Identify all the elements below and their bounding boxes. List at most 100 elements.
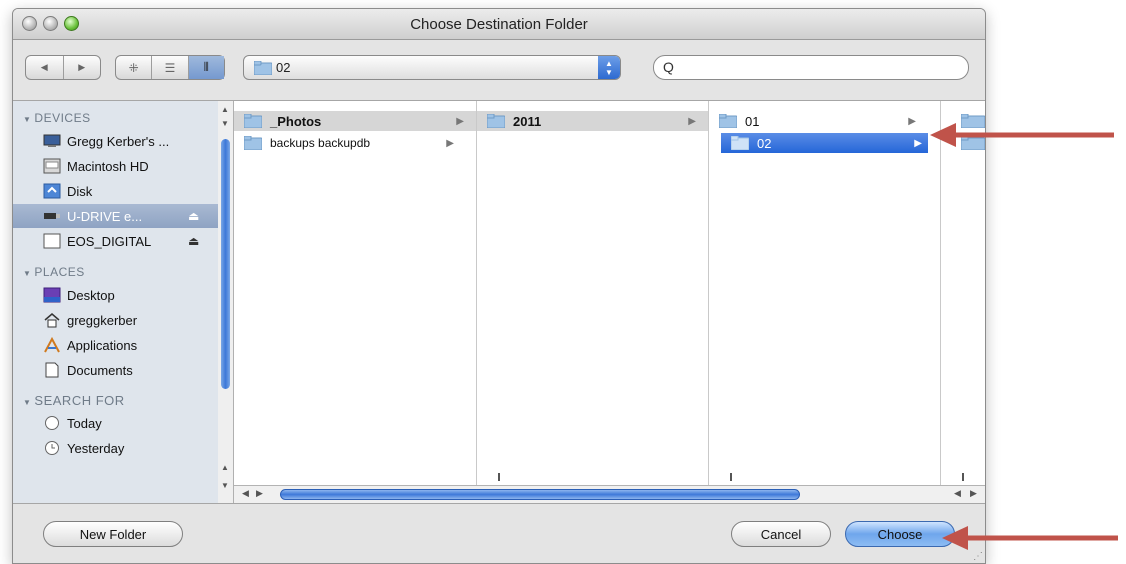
sidebar-section-places[interactable]: ▼ PLACES <box>23 265 85 279</box>
sidebar-section-devices[interactable]: ▼ DEVICES <box>23 111 91 125</box>
documents-icon <box>43 362 61 378</box>
sidebar-item-label: greggkerber <box>67 312 138 328</box>
back-arrow-icon: ◀ <box>40 62 48 72</box>
disclosure-arrow-icon: ▶ <box>688 115 696 127</box>
path-popup[interactable]: 02 ▲ ▼ <box>243 55 621 80</box>
button-bar: New Folder Cancel Choose ⋰ <box>13 503 985 563</box>
sidebar-item-applications[interactable]: Applications <box>13 333 218 357</box>
toolbar: ◀ ▶ ⁜ ☰ ⦀ 02 ▲ ▼ Q <box>13 40 985 101</box>
search-input[interactable] <box>680 59 964 76</box>
sidebar-item-today[interactable]: Today <box>13 411 218 435</box>
sidebar: ▼ DEVICES Gregg Kerber's ... Macintosh HD… <box>13 101 219 503</box>
disclosure-arrow-icon: ▶ <box>914 137 922 149</box>
annotation-arrow-choose <box>942 526 1118 550</box>
sidebar-item-label: Gregg Kerber's ... <box>67 133 170 149</box>
sidebar-scrollbar[interactable]: ▲ ▼ ▲ ▼ <box>218 101 234 503</box>
folder-name: 01 <box>745 113 760 129</box>
sidebar-item-label: Today <box>67 415 102 431</box>
column-view-icon: ⦀ <box>203 60 209 74</box>
clock-icon <box>43 415 61 431</box>
scroll-up-icon[interactable]: ▲ <box>221 105 229 114</box>
search-field[interactable]: Q <box>653 55 969 80</box>
folder-row-01[interactable]: 01 ▶ <box>709 111 940 131</box>
sidebar-item-documents[interactable]: Documents <box>13 358 218 382</box>
sidebar-section-search-for[interactable]: ▼ SEARCH FOR <box>23 393 125 408</box>
scroll-right-icon[interactable]: ▶ <box>256 488 263 499</box>
icon-view-icon: ⁜ <box>128 60 139 75</box>
popup-arrows-icon: ▲ ▼ <box>598 56 620 79</box>
back-forward-control: ◀ ▶ <box>25 55 101 80</box>
forward-button[interactable]: ▶ <box>64 56 101 79</box>
usb-drive-icon <box>43 208 61 224</box>
new-folder-button[interactable]: New Folder <box>43 521 183 547</box>
choose-button[interactable]: Choose <box>845 521 955 547</box>
sidebar-item-label: U-DRIVE e... <box>67 208 143 224</box>
cancel-button[interactable]: Cancel <box>731 521 831 547</box>
sidebar-item-label: Documents <box>67 362 133 378</box>
sidebar-item-disk[interactable]: Disk <box>13 179 218 203</box>
sidebar-item-yesterday[interactable]: Yesterday <box>13 436 218 460</box>
scroll-right-icon[interactable]: ▶ <box>970 488 977 499</box>
eject-icon[interactable]: ⏏ <box>188 234 199 248</box>
scroll-down-icon[interactable]: ▼ <box>221 119 229 128</box>
path-popup-value: 02 <box>276 60 291 75</box>
sidebar-scroll-thumb[interactable] <box>221 139 230 389</box>
disclosure-triangle-icon: ▼ <box>23 269 32 278</box>
folder-icon <box>244 114 262 128</box>
horizontal-scrollbar[interactable]: ◀ ▶ ◀ ▶ <box>234 485 985 503</box>
folder-icon <box>254 61 272 75</box>
browser-column-2: 2011 ▶ <box>477 101 709 485</box>
sidebar-item-eos-digital[interactable]: EOS_DIGITAL ⏏ <box>13 229 218 253</box>
idisk-icon <box>43 183 61 199</box>
sidebar-item-label: Disk <box>67 183 93 199</box>
window-title: Choose Destination Folder <box>410 16 588 33</box>
sidebar-item-macintosh-hd[interactable]: Macintosh HD <box>13 154 218 178</box>
disclosure-triangle-icon: ▼ <box>23 115 32 124</box>
eject-icon[interactable]: ⏏ <box>188 209 199 223</box>
applications-icon <box>43 337 61 353</box>
horizontal-scroll-thumb[interactable] <box>280 489 800 500</box>
sidebar-item-desktop[interactable]: Desktop <box>13 283 218 307</box>
view-mode-control: ⁜ ☰ ⦀ <box>115 55 225 80</box>
folder-row-2011[interactable]: 2011 ▶ <box>477 111 708 131</box>
search-icon: Q <box>663 59 674 75</box>
column-resize-handle[interactable] <box>730 473 732 481</box>
scroll-left-icon[interactable]: ◀ <box>954 488 961 499</box>
scroll-left-icon[interactable]: ◀ <box>242 488 249 499</box>
choose-destination-dialog: Choose Destination Folder ◀ ▶ ⁜ ☰ ⦀ 02 ▲… <box>12 8 986 564</box>
disclosure-arrow-icon: ▶ <box>446 137 454 149</box>
column-view-button[interactable]: ⦀ <box>188 56 224 79</box>
home-icon <box>43 312 61 328</box>
folder-name: _Photos <box>270 113 322 129</box>
list-view-icon: ☰ <box>164 60 176 75</box>
sidebar-item-label: EOS_DIGITAL <box>67 233 152 249</box>
folder-icon <box>719 114 737 128</box>
back-button[interactable]: ◀ <box>26 56 64 79</box>
browser-column-4 <box>941 101 985 485</box>
desktop-icon <box>43 287 61 303</box>
sidebar-item-label: Yesterday <box>67 440 125 456</box>
folder-row-02-selected[interactable]: 02 ▶ <box>721 133 928 153</box>
list-view-button[interactable]: ☰ <box>152 56 189 79</box>
column-browser: _Photos ▶ backups backupdb ▶ 2011 ▶ 01 ▶ <box>234 101 985 485</box>
folder-row-backups[interactable]: backups backupdb ▶ <box>234 133 476 153</box>
sidebar-item-label: Applications <box>67 337 138 353</box>
folder-icon <box>487 114 505 128</box>
column-resize-handle[interactable] <box>498 473 500 481</box>
column-resize-handle[interactable] <box>962 473 964 481</box>
computer-icon <box>43 133 61 149</box>
sidebar-item-label: Macintosh HD <box>67 158 149 174</box>
disclosure-arrow-icon: ▶ <box>908 115 916 127</box>
scroll-down-icon[interactable]: ▼ <box>221 481 229 490</box>
sidebar-item-home[interactable]: greggkerber <box>13 308 218 332</box>
folder-icon <box>731 136 749 150</box>
sidebar-section-label: SEARCH FOR <box>34 393 125 408</box>
icon-view-button[interactable]: ⁜ <box>116 56 153 79</box>
disclosure-arrow-icon: ▶ <box>456 115 464 127</box>
scroll-up-icon[interactable]: ▲ <box>221 463 229 472</box>
card-icon <box>43 233 61 249</box>
hard-drive-icon <box>43 158 61 174</box>
sidebar-item-u-drive[interactable]: U-DRIVE e... ⏏ <box>13 204 218 228</box>
sidebar-item-computer[interactable]: Gregg Kerber's ... <box>13 129 218 153</box>
folder-row-photos[interactable]: _Photos ▶ <box>234 111 476 131</box>
